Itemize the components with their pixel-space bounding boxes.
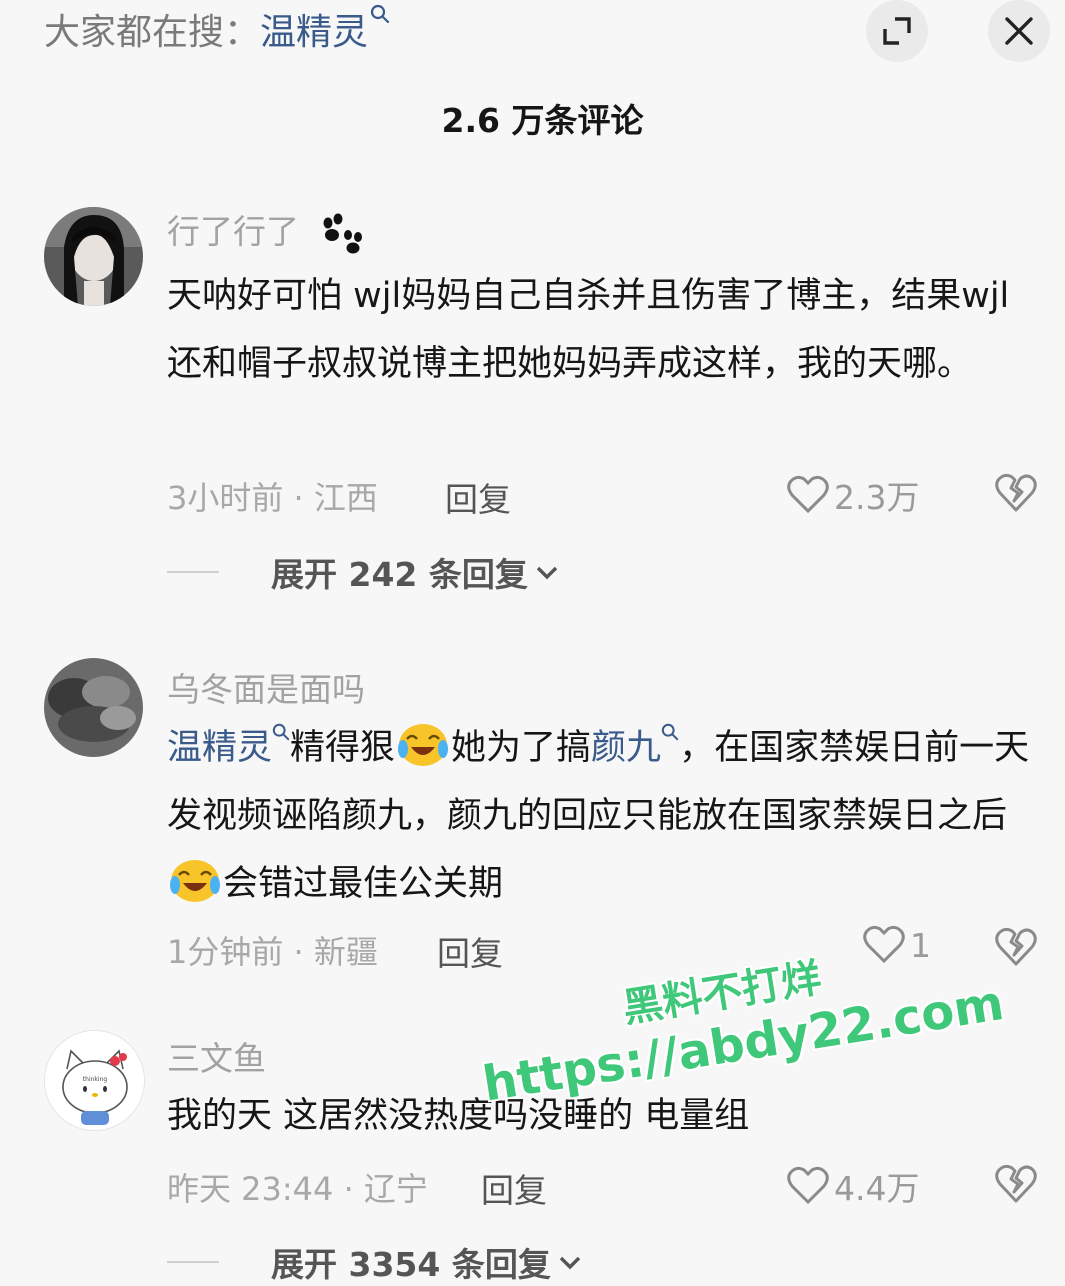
avatar[interactable]: thinking [44,1030,145,1131]
comment-time-location: 1分钟前 · 新疆 [167,933,378,971]
search-suggestion-prefix: 大家都在搜： [44,12,261,53]
like-count: 2.3万 [834,478,920,517]
like-button[interactable]: 1 [862,925,931,965]
username[interactable]: 乌冬面是面吗 [167,663,365,711]
like-count: 1 [910,925,931,965]
search-icon [661,723,679,741]
broken-heart-icon [995,1164,1037,1203]
dislike-button[interactable] [994,1162,1038,1210]
crying-laughing-emoji-icon [398,724,449,766]
username[interactable]: 三文鱼 [167,1032,266,1080]
comment-text: 天呐好可怕 wjl妈妈自己自杀并且伤害了博主，结果wjl还和帽子叔叔说博主把她妈… [167,276,1010,384]
comment-count-title: 2.6 万条评论 [441,101,644,140]
broken-heart-icon [995,473,1037,512]
topic-link[interactable]: 颜九 [591,728,661,768]
reply-button[interactable]: 回复 [481,1164,547,1212]
username[interactable]: 行了行了 [167,205,364,255]
dislike-button[interactable] [994,471,1038,519]
close-icon [1005,17,1033,45]
top-bar: 大家都在搜：温精灵 [0,0,1065,70]
heart-icon [863,925,905,964]
expand-replies-button[interactable]: 展开 3354 条回复 [167,1238,583,1286]
search-icon [370,4,390,24]
reply-button[interactable]: 回复 [437,927,503,975]
search-suggestion-term[interactable]: 温精灵 [260,12,368,53]
avatar[interactable] [44,207,143,306]
expand-replies-label: 展开 3354 条回复 [271,1245,551,1284]
like-button[interactable]: 4.4万 [786,1162,919,1210]
divider [167,1261,219,1263]
dislike-button[interactable] [994,925,1038,973]
heart-icon [787,1166,829,1205]
comment-time-location: 昨天 23:44 · 辽宁 [167,1170,428,1208]
close-button[interactable] [988,0,1050,62]
heart-icon [787,475,829,514]
like-button[interactable]: 2.3万 [786,471,919,519]
watermark-text: 黑料不打烊 [619,955,825,1032]
topic-link[interactable]: 温精灵 [167,728,272,768]
crying-laughing-emoji-icon [170,860,220,902]
search-suggestion[interactable]: 大家都在搜：温精灵 [44,4,390,57]
chevron-down-icon [536,566,558,580]
chevron-down-icon [559,1256,581,1270]
avatar-caption: thinking [83,1076,108,1083]
comment-text: 我的天 这居然没热度吗没睡的 电量组 [167,1096,750,1136]
expand-replies-button[interactable]: 展开 242 条回复 [167,548,560,596]
like-count: 4.4万 [834,1169,920,1208]
expand-replies-label: 展开 242 条回复 [271,555,528,594]
expand-button[interactable] [866,0,928,62]
avatar[interactable] [44,658,143,757]
paw-badge-icon [323,213,362,253]
broken-heart-icon [995,927,1037,966]
comment-time-location: 3小时前 · 江西 [167,479,378,517]
divider [167,571,219,573]
search-icon [272,723,290,741]
reply-button[interactable]: 回复 [445,473,511,521]
expand-icon [883,17,911,45]
comment-text: 温精灵 精得狠 她为了搞颜九 ，在国家禁娱日前一天发视频诬陷颜九，颜九的回应只能放在国… [167,714,1037,918]
